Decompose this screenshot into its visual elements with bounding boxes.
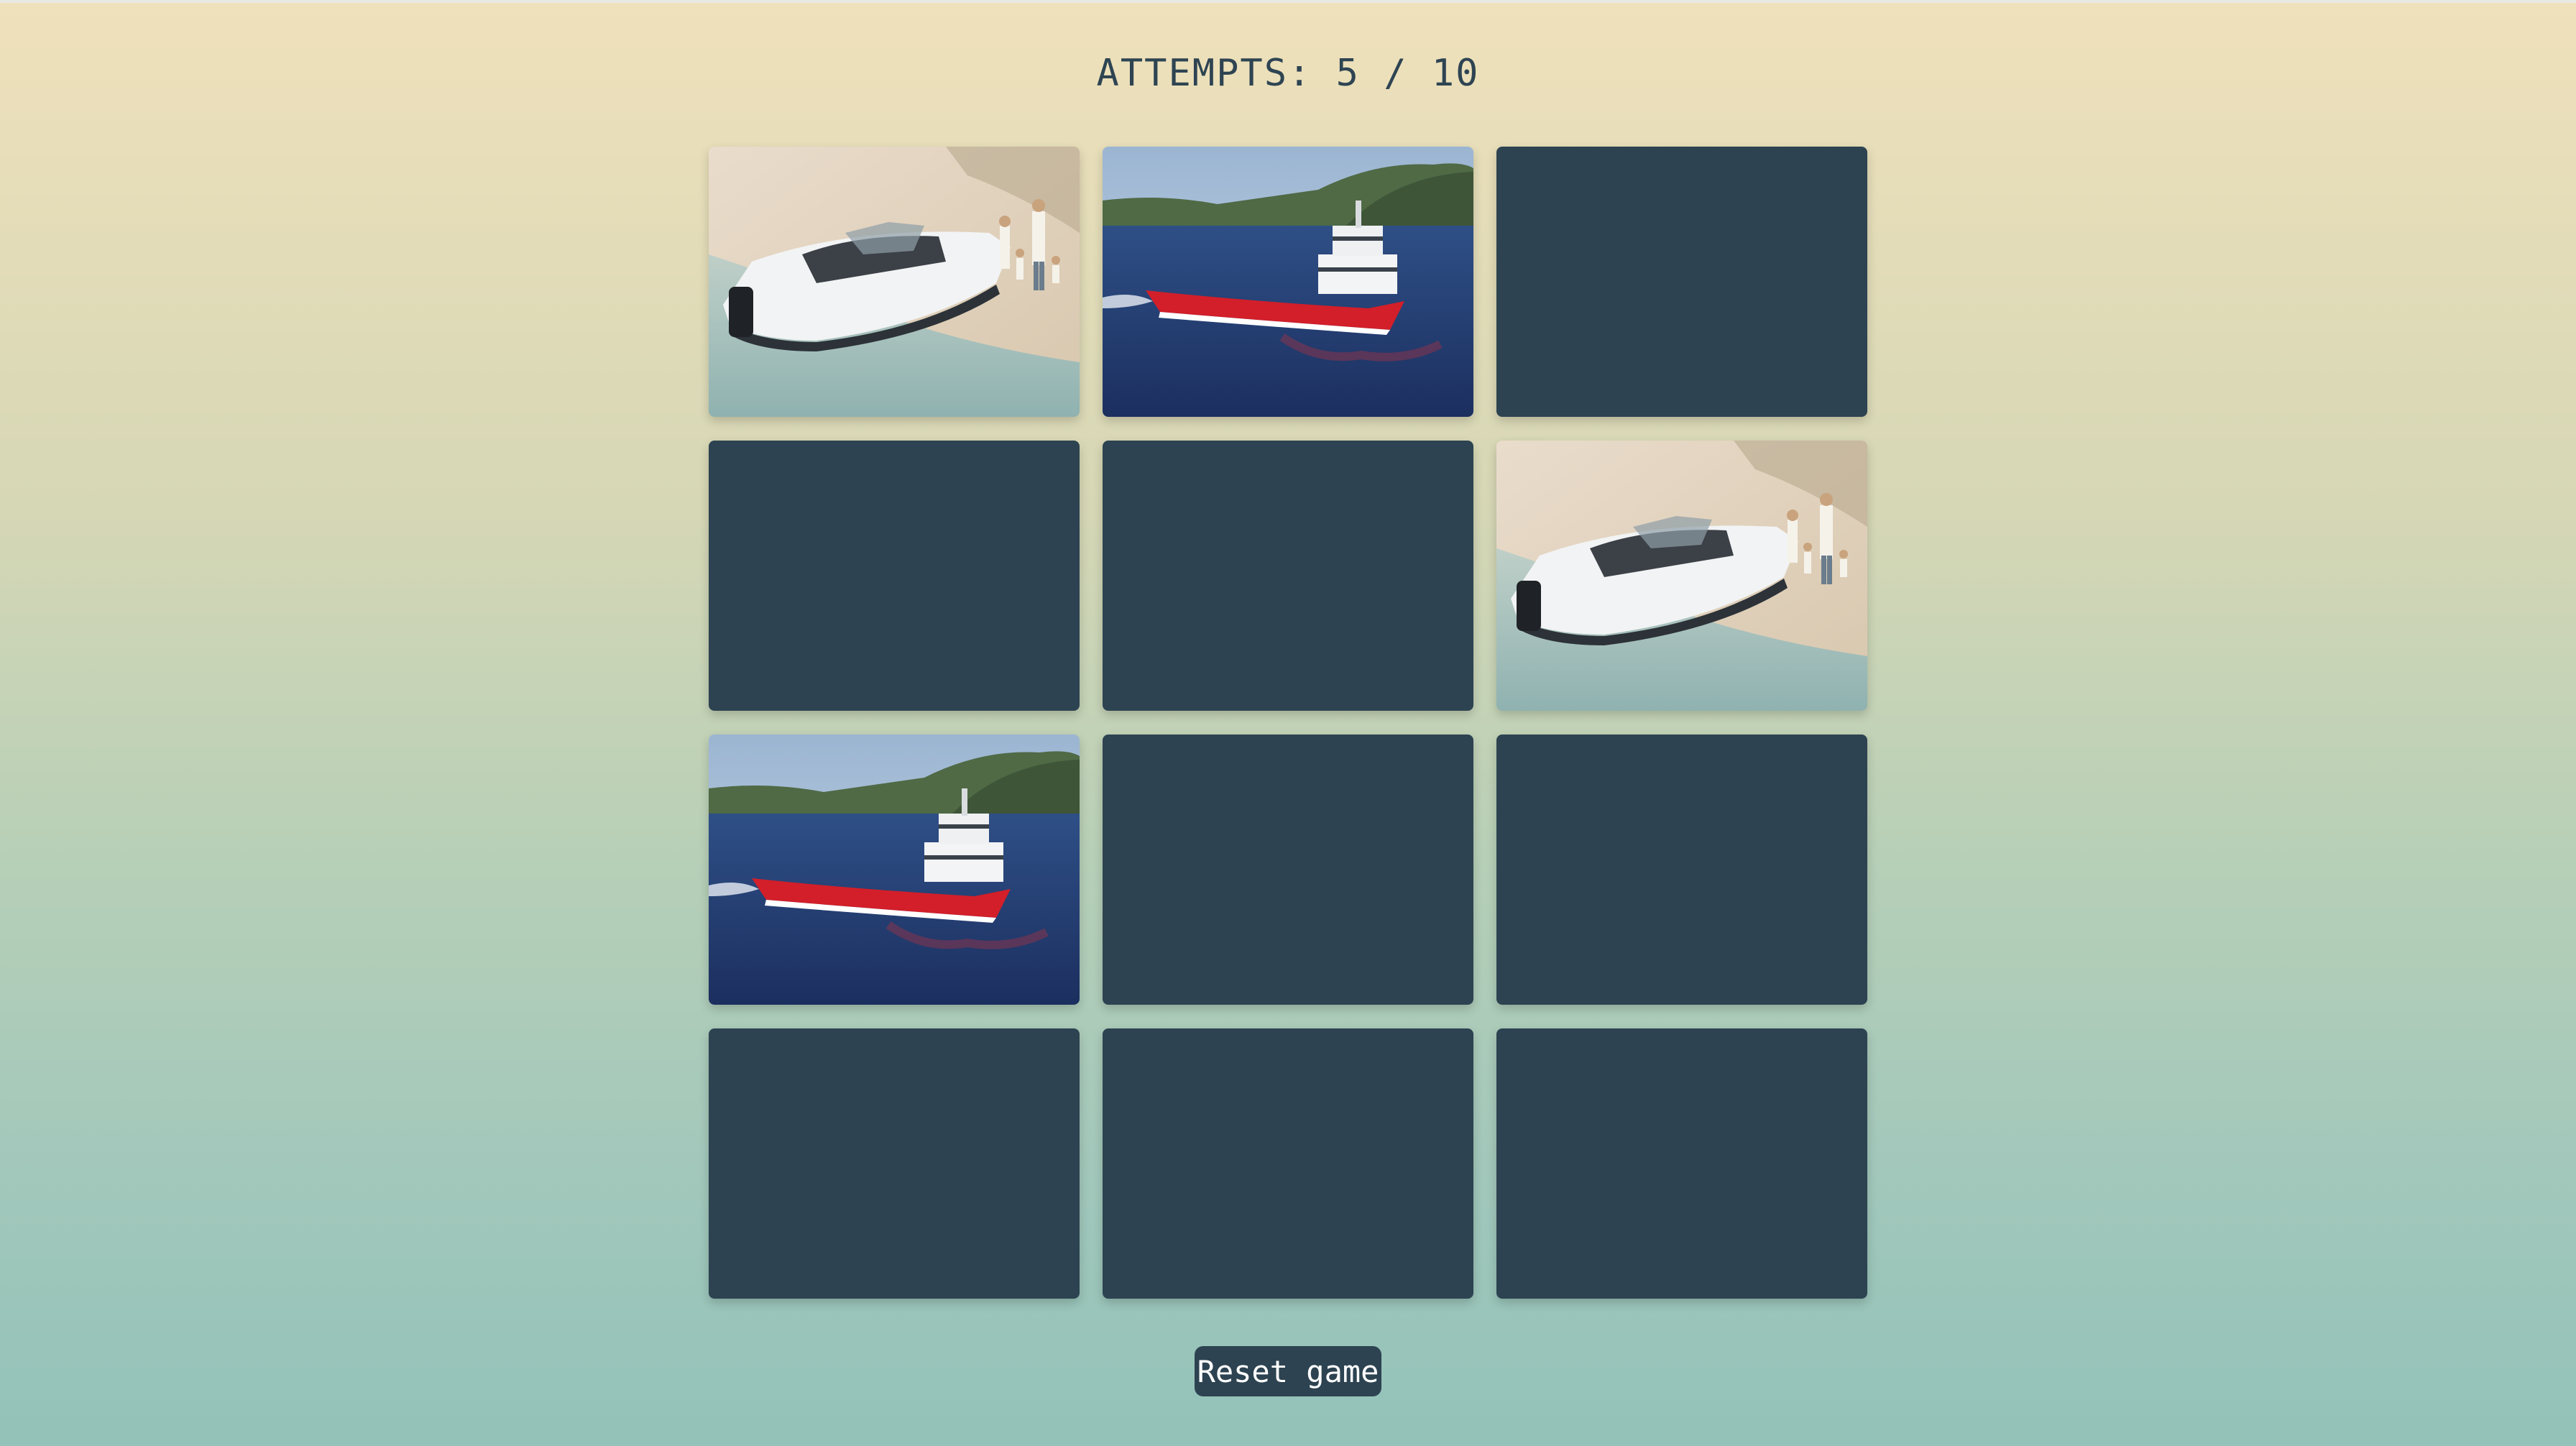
memory-board [709,147,1867,1299]
speedboat-image [709,147,1080,417]
card-5[interactable] [1103,441,1473,711]
card-1[interactable] [709,147,1080,417]
card-8[interactable] [1103,734,1473,1005]
card-4[interactable] [709,441,1080,711]
card-2[interactable] [1103,147,1473,417]
card-6[interactable] [1496,441,1867,711]
attempts-counter: ATTEMPTS: 5 / 10 [1096,52,1480,95]
card-9[interactable] [1496,734,1867,1005]
top-edge-line [0,0,2576,3]
red-ship-image [709,734,1080,1005]
card-3[interactable] [1496,147,1867,417]
card-7[interactable] [709,734,1080,1005]
reset-game-button[interactable]: Reset game [1195,1346,1381,1396]
red-ship-image [1103,147,1473,417]
card-11[interactable] [1103,1028,1473,1299]
card-12[interactable] [1496,1028,1867,1299]
speedboat-image [1496,441,1867,711]
card-10[interactable] [709,1028,1080,1299]
